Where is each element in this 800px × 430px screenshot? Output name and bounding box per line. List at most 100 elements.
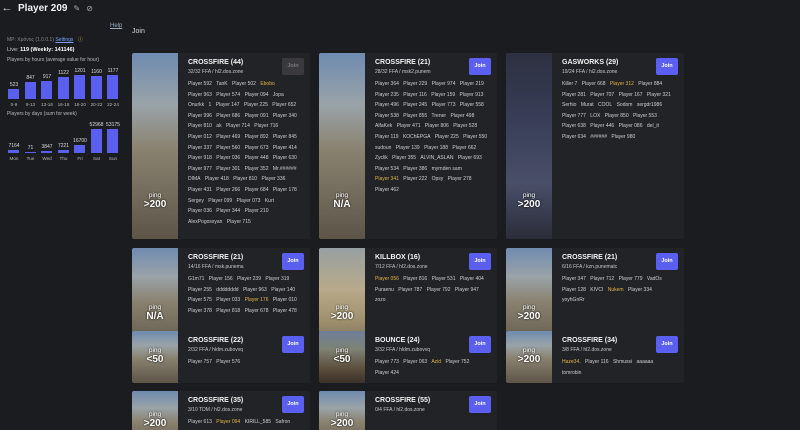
- player-name: Player 340: [272, 112, 297, 119]
- player-name: Player 094: [216, 419, 241, 425]
- chart-bar: [74, 145, 85, 153]
- join-button[interactable]: Join: [469, 336, 491, 353]
- player-name: Player 424: [375, 369, 399, 376]
- player-name: Player 634: [562, 133, 586, 140]
- join-button[interactable]: Join: [656, 58, 678, 75]
- help-link[interactable]: Help: [110, 23, 122, 29]
- player-name: Player 219: [459, 81, 484, 87]
- player-name: Player 707: [590, 91, 615, 98]
- ping-label: ping: [148, 304, 162, 311]
- join-button[interactable]: Join: [282, 253, 304, 270]
- join-button[interactable]: Join: [282, 336, 304, 353]
- server-info: CROSSFIRE (44) 32/32 FFA / hl2.dos.zone Pl…: [188, 59, 304, 227]
- top-bar: ← Player 209 ✎ ⊘: [0, 0, 800, 16]
- settings-link[interactable]: Settings: [55, 37, 73, 43]
- player-name: Player 662: [452, 144, 477, 151]
- player-name: Player 686: [216, 112, 241, 119]
- ping-value: >200: [517, 311, 541, 322]
- player-name: Killer 7: [562, 81, 578, 87]
- player-name: Player 496: [375, 102, 399, 109]
- player-name: KIVCI: [590, 286, 604, 293]
- join-button[interactable]: Join: [469, 58, 491, 75]
- server-card[interactable]: ping <50 CROSSFIRE (22) 2/32 FFA / hldm.zub…: [132, 331, 310, 383]
- ping-overlay: ping N/A: [132, 304, 178, 322]
- player-name: Sergey: [188, 197, 204, 204]
- ping-overlay: ping >200: [319, 411, 365, 429]
- player-name: Player 575: [188, 297, 212, 304]
- live-line: Live: 119 (Weekly: 141146): [7, 47, 128, 53]
- player-name: Player 773: [375, 359, 399, 365]
- player-name: Player 810: [188, 123, 212, 130]
- player-name: Player 167: [618, 91, 643, 98]
- player-name: sergdr1986: [636, 102, 663, 109]
- ping-value: >200: [517, 199, 541, 210]
- player-name: Player 341: [375, 176, 399, 183]
- join-button[interactable]: Join: [656, 253, 678, 270]
- player-name: Player 818: [216, 307, 241, 314]
- ping-value: <50: [333, 354, 351, 365]
- bar-category-label: 9-13: [25, 102, 36, 107]
- player-name: Player 810: [233, 176, 258, 183]
- join-button[interactable]: Join: [469, 253, 491, 270]
- player-name: Player 139: [395, 144, 420, 151]
- ping-label: ping: [148, 411, 162, 418]
- player-name: aaaaaa: [636, 359, 654, 365]
- player-name: Player 156: [208, 276, 233, 282]
- player-name: Kurt: [264, 197, 274, 204]
- player-name: Player 534: [375, 165, 399, 172]
- join-button[interactable]: Join: [469, 396, 491, 413]
- server-info: CROSSFIRE (21) 28/32 FFA / msk2.punem Play…: [375, 59, 491, 196]
- server-card[interactable]: ping >200 CROSSFIRE (44) 32/32 FFA / hl2.do…: [132, 53, 310, 239]
- edit-pencil-icon[interactable]: ✎: [74, 4, 81, 13]
- player-name: Player 418: [204, 176, 229, 183]
- player-name: Player 119: [375, 133, 399, 140]
- player-name: AlexPogossyan: [188, 218, 223, 225]
- bar-value-label: 847: [26, 75, 35, 82]
- player-name: Player 613: [188, 419, 212, 425]
- server-card[interactable]: ping N/A CROSSFIRE (21) 28/32 FFA / msk2.pu…: [319, 53, 497, 239]
- join-button[interactable]: Join: [282, 396, 304, 413]
- player-name: tomrobin: [562, 369, 582, 376]
- bar-value-label: 917: [42, 73, 52, 80]
- bar-value-label: 1160: [91, 68, 102, 75]
- player-name: Player 094: [244, 91, 269, 98]
- ping-label: ping: [335, 304, 349, 311]
- chart-bar: [90, 129, 102, 153]
- server-card[interactable]: ping >200 CROSSFIRE (34) 3/8 FFA / hl2.dos.…: [506, 331, 684, 383]
- player-name: Murat: [580, 102, 594, 109]
- bar-category-label: 13-16: [41, 102, 53, 107]
- join-button: Join: [282, 58, 304, 75]
- player-list: Player 056 Player 816 Player 531 Player …: [375, 274, 491, 306]
- bar-category-label: 18-20: [74, 102, 86, 107]
- player-name: Player 673: [244, 144, 269, 151]
- player-name: Player 816: [403, 276, 428, 282]
- player-name: Player 128: [562, 286, 586, 293]
- info-icon[interactable]: ⓘ: [78, 37, 83, 43]
- mp-value: Χρόνος (1.0.0.1): [17, 37, 54, 43]
- server-card[interactable]: ping >200 GASWORKS (29) 19/24 FFA / hl2.dos…: [506, 53, 684, 239]
- player-name: Player 716: [254, 123, 279, 130]
- ping-value: >200: [143, 418, 167, 429]
- server-card[interactable]: ping >200 CROSSFIRE (55) 0/4 FFA / hl2.dos.…: [319, 391, 497, 430]
- player-name: Player 792: [426, 286, 451, 293]
- live-label: Live:: [7, 47, 19, 53]
- back-arrow-icon[interactable]: ←: [0, 2, 14, 14]
- notifications-off-icon[interactable]: ⊘: [86, 4, 93, 13]
- server-card[interactable]: ping <50 BOUNCE (24) 3/32 FFA / hldm.zubovv…: [319, 331, 497, 383]
- server-card[interactable]: ping >200 CROSSFIRE (35) 3/10 TDM / hl2.dos…: [132, 391, 310, 430]
- player-list: Player 364 Player 229 Player 974 Player …: [375, 79, 491, 196]
- player-name: Player 334: [627, 286, 652, 293]
- players-by-days-chart: 7164 Mon 71 Tue 3847 Wed 7221 Thu 16700 Fri 52968 S…: [7, 119, 127, 161]
- mp-line: MP: Χρόνος (1.0.0.1) Settings ⓘ: [7, 36, 128, 43]
- player-name: zozo: [375, 297, 386, 304]
- player-name: Player 469: [216, 133, 241, 140]
- ping-value: >200: [517, 354, 541, 365]
- player-name: Player 431: [188, 186, 212, 193]
- player-name: Player 235: [375, 91, 399, 98]
- join-button[interactable]: Join: [656, 336, 678, 353]
- player-name: Player 321: [646, 91, 671, 98]
- player-name: Player 471: [396, 123, 421, 130]
- player-list: G1m71 Player 156 Player 239 Player 319 P…: [188, 274, 304, 316]
- player-name: Player 266: [216, 186, 241, 193]
- player-name: Player 668: [581, 81, 606, 87]
